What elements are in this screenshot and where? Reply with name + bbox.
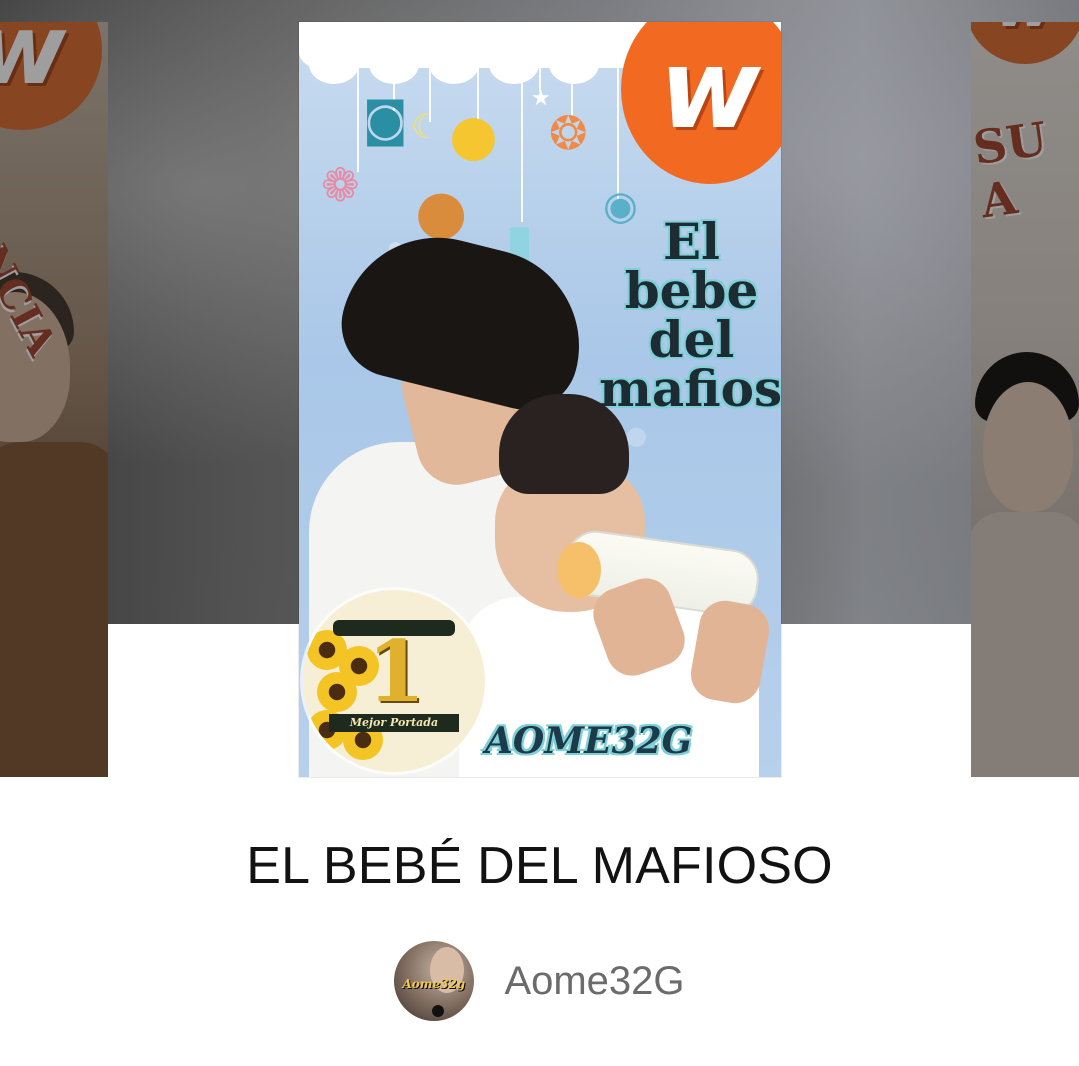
cover-person-body [971,512,1079,777]
cover-person-hair [499,394,629,494]
hanging-string [617,52,619,202]
pacifier-icon: ❂ [549,106,588,160]
award-badge: 1 Mejor Portada [303,590,485,772]
moon-icon: ☾ [411,107,442,147]
bib-icon: ◙ [363,92,408,146]
cover-signature: AOME32G [485,720,693,762]
cover-person-body [0,442,108,777]
hanging-string [521,52,523,222]
cloud-decoration [549,44,599,84]
story-cover-image[interactable]: ❁ ◙ ☾ ● ● ★ ❂ ▮ ◉ w El bebe del mafioso [299,22,781,777]
previous-story-cover[interactable]: w NCIA [0,22,108,777]
pacifier-icon: ❁ [321,158,360,212]
award-label: Mejor Portada [329,714,459,732]
cover-person-hair [330,217,600,421]
story-carousel-screen: w NCIA w SU A ❁ ◙ ☾ ● ● ★ ❂ ▮ [0,0,1079,1066]
author-avatar[interactable]: Aome32g [394,941,475,1021]
teddy-bear-icon: ● [415,177,468,247]
rubber-duck-icon: ● [449,103,498,168]
wattpad-logo-icon: w [971,22,1079,64]
author-name[interactable]: Aome32G [504,959,684,1004]
avatar-text: Aome32g [402,977,466,991]
wattpad-logo-icon: w [0,22,102,130]
cloud-decoration [309,44,359,84]
avatar-badge [432,1005,445,1017]
cover-title-fragment: SU A [971,111,1051,229]
story-title[interactable]: EL BEBÉ DEL MAFIOSO [0,836,1079,896]
cloud-decoration [429,44,479,84]
wattpad-logo-icon: w [621,22,781,184]
star-icon: ★ [531,86,551,111]
cover-person-face [983,382,1073,512]
author-row[interactable]: Aome32g Aome32G [0,940,1079,1022]
cloud-decoration [489,44,539,84]
cover-title-art: El bebe del mafioso [599,212,781,418]
award-number: 1 [367,622,426,721]
next-story-cover[interactable]: w SU A [971,22,1079,777]
hanging-string [357,52,359,172]
bottle-nipple [557,542,601,598]
